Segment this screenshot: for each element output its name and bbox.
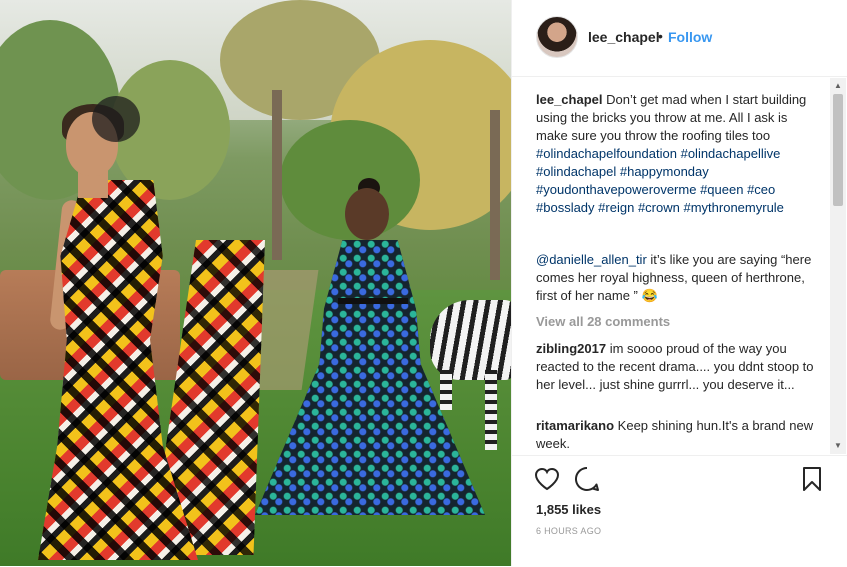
hashtag-link[interactable]: #queen xyxy=(700,182,743,197)
post-side-panel: lee_chapel • Follow lee_chapel Don’t get… xyxy=(511,0,847,566)
photo-woman-2-belt xyxy=(338,298,408,304)
scroll-up-arrow-icon[interactable]: ▲ xyxy=(830,80,846,92)
post-timestamp[interactable]: 6 HOURS AGO xyxy=(536,526,601,536)
post-caption: lee_chapel Don’t get mad when I start bu… xyxy=(536,91,816,217)
photo-woman-2-head xyxy=(345,188,389,240)
hashtag-link[interactable]: #mythronemyrule xyxy=(683,200,783,215)
comment-item: zibling2017 im soooo proud of the way yo… xyxy=(536,340,816,394)
header-username[interactable]: lee_chapel xyxy=(588,29,660,45)
comments-section[interactable]: lee_chapel Don’t get mad when I start bu… xyxy=(512,77,832,455)
likes-count[interactable]: 1,855 likes xyxy=(536,502,601,517)
comment-bubble-icon[interactable] xyxy=(572,464,602,494)
scroll-down-arrow-icon[interactable]: ▼ xyxy=(830,440,846,452)
post-header: lee_chapel • Follow xyxy=(512,0,847,77)
hashtag-link[interactable]: #crown xyxy=(638,200,680,215)
photo-zebra xyxy=(430,300,511,380)
photo-zebra-leg xyxy=(440,370,452,410)
hashtag-link[interactable]: #olindachapellive xyxy=(681,146,781,161)
hashtag-link[interactable]: #olindachapel xyxy=(536,164,616,179)
bookmark-icon[interactable] xyxy=(797,464,827,494)
hashtag-link[interactable]: #olindachapelfoundation xyxy=(536,146,677,161)
caption-hashtags: #olindachapelfoundation #olindachapelliv… xyxy=(536,146,784,215)
reply-mention[interactable]: @danielle_allen_tir xyxy=(536,252,647,267)
avatar[interactable] xyxy=(536,16,578,58)
photo-zebra-leg xyxy=(485,370,497,450)
photo-tree-trunk xyxy=(272,90,282,260)
follow-button[interactable]: Follow xyxy=(668,29,712,45)
scrollbar-thumb[interactable] xyxy=(833,94,843,206)
hashtag-link[interactable]: #bosslady xyxy=(536,200,595,215)
header-separator: • xyxy=(658,28,663,44)
hashtag-link[interactable]: #ceo xyxy=(747,182,775,197)
caption-username[interactable]: lee_chapel xyxy=(536,92,603,107)
view-all-comments-link[interactable]: View all 28 comments xyxy=(536,314,670,329)
caption-reply: @danielle_allen_tir it’s like you are sa… xyxy=(536,251,816,305)
post-photo[interactable] xyxy=(0,0,511,566)
heart-icon[interactable] xyxy=(532,464,562,494)
hashtag-link[interactable]: #reign xyxy=(598,200,634,215)
hashtag-link[interactable]: #youdonthavepoweroverme xyxy=(536,182,696,197)
comment-username[interactable]: zibling2017 xyxy=(536,341,606,356)
comment-username[interactable]: ritamarikano xyxy=(536,418,614,433)
hashtag-link[interactable]: #happymonday xyxy=(620,164,709,179)
photo-woman-1-fascinator xyxy=(92,96,140,142)
comments-scrollbar[interactable]: ▲ ▼ xyxy=(830,78,846,454)
photo-tree-trunk xyxy=(490,110,500,280)
post-actions: 1,855 likes 6 HOURS AGO xyxy=(512,455,847,567)
comment-item: ritamarikano Keep shining hun.It's a bra… xyxy=(536,417,816,453)
